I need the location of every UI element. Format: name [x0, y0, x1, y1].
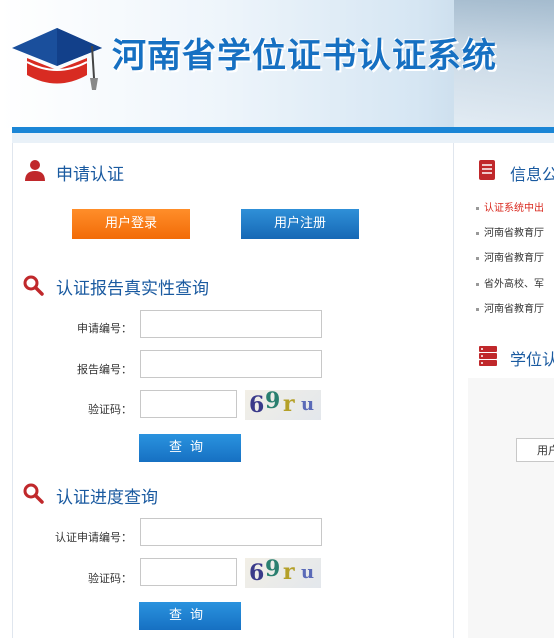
- news-item[interactable]: 河南省教育厅: [476, 249, 554, 264]
- news-item-text: 认证系统中出: [484, 203, 544, 214]
- news-item[interactable]: 河南省教育厅: [476, 300, 554, 315]
- report-query-title: 认证报告真实性查询: [56, 279, 209, 299]
- progress-application-no-input[interactable]: [140, 518, 322, 546]
- graduation-cap-logo-icon: [12, 28, 102, 90]
- report-no-label: 报告编号：: [77, 363, 132, 376]
- application-no-input[interactable]: [140, 310, 322, 338]
- progress-captcha-label: 验证码：: [88, 572, 132, 585]
- progress-captcha-image[interactable]: 6 9 r u: [245, 558, 321, 588]
- degree-section-title: 学位认: [510, 350, 554, 369]
- application-no-label: 申请编号：: [77, 322, 132, 335]
- bullet-icon: [476, 231, 479, 235]
- progress-captcha-input[interactable]: [140, 558, 237, 586]
- right-user-button[interactable]: 用户: [516, 438, 554, 462]
- progress-query-title: 认证进度查询: [56, 488, 158, 508]
- bullet-icon: [476, 282, 479, 286]
- document-icon: [479, 160, 495, 180]
- progress-query-button[interactable]: 查询: [139, 602, 241, 630]
- bullet-icon: [476, 206, 479, 210]
- news-item-text: 河南省教育厅: [484, 253, 544, 264]
- news-item[interactable]: 河南省教育厅: [476, 224, 554, 239]
- news-item[interactable]: 省外高校、军: [476, 275, 554, 290]
- user-register-button[interactable]: 用户注册: [241, 209, 359, 239]
- user-login-button[interactable]: 用户登录: [72, 209, 190, 239]
- captcha-image[interactable]: 6 9 r u: [245, 390, 321, 420]
- right-panel: [468, 143, 554, 638]
- captcha-label: 验证码：: [88, 403, 132, 416]
- apply-section-title: 申请认证: [56, 165, 124, 185]
- database-icon: [479, 346, 497, 366]
- user-icon: [25, 160, 45, 181]
- report-query-button[interactable]: 查询: [139, 434, 241, 462]
- news-item[interactable]: 认证系统中出: [476, 199, 554, 214]
- news-item-text: 省外高校、军: [484, 279, 544, 290]
- report-no-input[interactable]: [140, 350, 322, 378]
- bullet-icon: [476, 307, 479, 311]
- search-icon: [23, 483, 44, 504]
- progress-application-no-label: 认证申请编号：: [55, 531, 132, 544]
- system-title: 河南省学位证书认证系统: [112, 36, 497, 76]
- right-panel-gray-area: [468, 378, 554, 638]
- header-banner: 河南省学位证书认证系统: [0, 0, 554, 128]
- bullet-icon: [476, 256, 479, 260]
- header-strip: [12, 133, 554, 143]
- captcha-input[interactable]: [140, 390, 237, 418]
- news-item-text: 河南省教育厅: [484, 304, 544, 315]
- news-item-text: 河南省教育厅: [484, 228, 544, 239]
- info-section-title: 信息公: [510, 165, 554, 184]
- search-icon: [23, 275, 44, 296]
